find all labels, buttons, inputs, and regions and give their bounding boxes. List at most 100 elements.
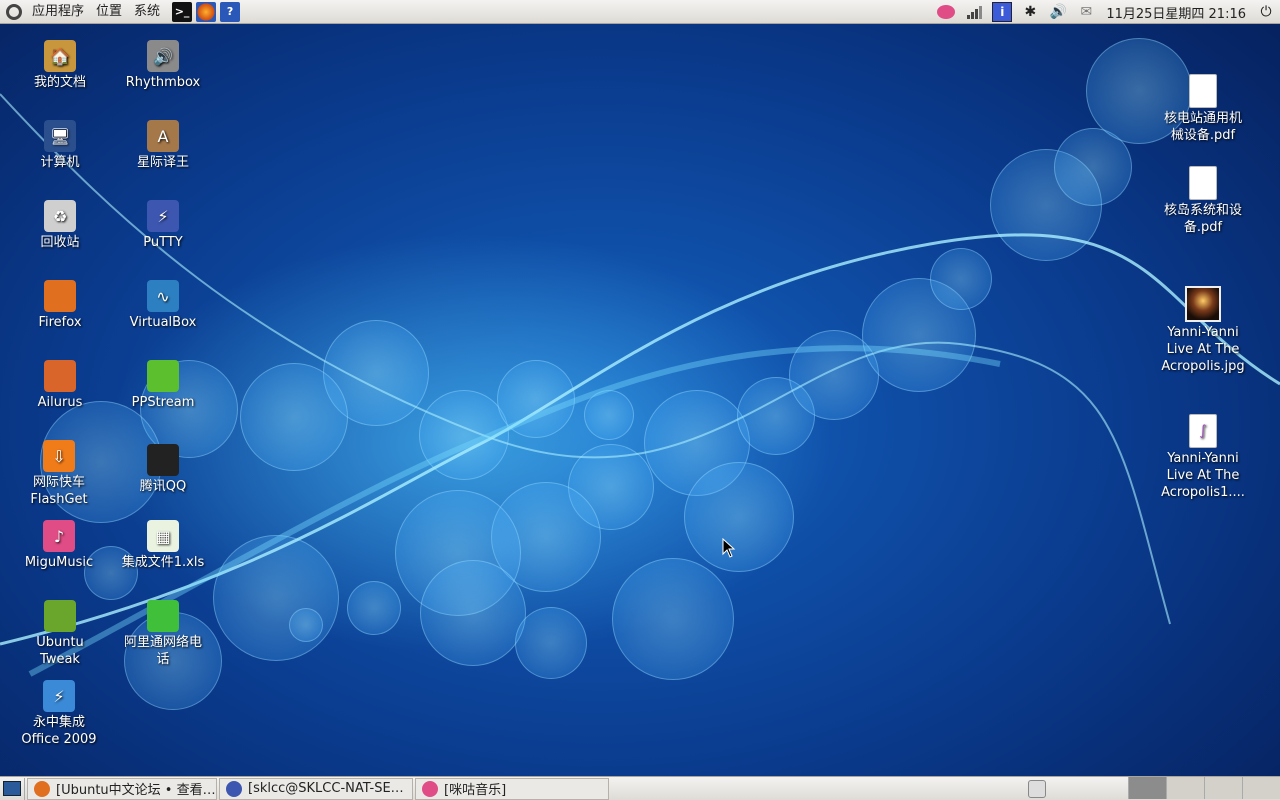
trash-applet-icon[interactable] [1028,780,1046,798]
desktop-icon-flashget[interactable]: ⇩ 网际快车 FlashGet [7,440,111,508]
putty-icon: ⚡ [147,200,179,232]
flashget-icon: ⇩ [43,440,75,472]
desktop-icon-label: 永中集成 Office 2009 [21,715,97,747]
desktop-icon-label: 阿里通网络电 话 [123,635,202,667]
desktop-file-0[interactable]: 核电站通用机 械设备.pdf [1151,74,1255,144]
volume-icon[interactable]: 🔊 [1047,1,1069,23]
pdf-icon [1189,74,1217,108]
desktop-file-1[interactable]: 核岛系统和设 备.pdf [1151,166,1255,236]
desktop-file-3[interactable]: ∫ Yanni-Yanni Live At The Acropolis1.... [1151,414,1255,501]
desktop[interactable]: 🏠 我的文档 🔊 Rhythmbox 🖥 计算机 A 星际译王 ♻ 回收站 ⚡ PuTTY Firefo… [0,24,1280,776]
desktop-icon-label: 我的文档 [33,75,86,90]
help-icon[interactable]: ? [220,1,241,22]
show-desktop-icon [3,781,21,796]
workspace-2[interactable] [1166,777,1204,799]
desktop-icon-ppstream[interactable]: PPStream [111,360,215,411]
putty-icon [226,780,242,797]
desktop-icon-label: 集成文件1.xls [121,555,205,570]
desktop-icon-label: Ailurus [37,395,83,410]
desktop-icon-spreadsheet[interactable]: ▦ 集成文件1.xls [111,520,215,571]
computer-icon: 🖥 [44,120,76,152]
desktop-icon-putty[interactable]: ⚡ PuTTY [111,200,215,251]
top-panel: 应用程序 位置 系统 >_? i ✱ 🔊 ✉ 11月25日星期四 21:16 ⏻ [0,0,1280,24]
desktop-icon-virtualbox[interactable]: ∿ VirtualBox [111,280,215,331]
clock[interactable]: 11月25日星期四 21:16 [1100,3,1252,22]
image-thumbnail-icon [1185,286,1221,322]
desktop-icon-yozo-office[interactable]: ⚡ 永中集成 Office 2009 [7,680,111,748]
desktop-icon-folder[interactable]: 🏠 我的文档 [8,40,112,91]
rhythmbox-icon: 🔊 [147,40,179,72]
desktop-icon-firefox[interactable]: Firefox [8,280,112,331]
migumusic-icon [422,780,438,797]
desktop-icon-label: 星际译王 [136,155,189,170]
network-signal-icon[interactable] [963,1,985,23]
desktop-icon-ubuntu-tweak[interactable]: Ubuntu Tweak [8,600,112,668]
show-desktop-button[interactable] [0,777,25,800]
desktop-file-label: 核岛系统和设 备.pdf [1163,203,1242,235]
desktop-icon-computer[interactable]: 🖥 计算机 [8,120,112,171]
ailurus-icon [44,360,76,392]
firefox-icon [44,280,76,312]
taskbar-button-label: [sklcc@SKLCC-NAT-SE… [248,781,404,796]
stardict-icon: A [147,120,179,152]
desktop-icon-label: MiguMusic [24,555,94,570]
desktop-icon-label: PuTTY [143,235,183,250]
pdf-icon [1189,166,1217,200]
folder-icon: 🏠 [44,40,76,72]
workspace-4[interactable] [1242,777,1280,799]
desktop-icon-migumusic[interactable]: ♪ MiguMusic [7,520,111,571]
desktop-icon-label: Rhythmbox [125,75,201,90]
desktop-file-label: Yanni-Yanni Live At The Acropolis1.... [1161,451,1245,500]
power-icon[interactable]: ⏻ [1255,1,1277,23]
desktop-icon-qq[interactable]: 腾讯QQ [111,444,215,495]
desktop-icon-trash[interactable]: ♻ 回收站 [8,200,112,251]
ubuntu-logo-icon[interactable] [6,3,22,20]
desktop-icon-label: VirtualBox [129,315,197,330]
desktop-icon-label: 腾讯QQ [139,479,187,494]
firefox-icon[interactable] [196,1,217,22]
terminal-icon[interactable]: >_ [172,1,193,22]
mail-icon[interactable]: ✉ [1075,1,1097,23]
desktop-icon-alitong[interactable]: 阿里通网络电 话 [111,600,215,668]
desktop-icon-label: PPStream [131,395,195,410]
desktop-file-2[interactable]: Yanni-Yanni Live At The Acropolis.jpg [1151,286,1255,375]
alitong-icon [147,600,179,632]
desktop-icon-ailurus[interactable]: Ailurus [8,360,112,411]
migu-tray-icon[interactable] [935,1,957,23]
taskbar-button-migumusic[interactable]: [咪咕音乐] [415,777,609,800]
system-tray: i ✱ 🔊 ✉ 11月25日星期四 21:16 ⏻ [932,0,1280,24]
desktop-icon-label: 网际快车 FlashGet [30,475,88,507]
desktop-icon-rhythmbox[interactable]: 🔊 Rhythmbox [111,40,215,91]
ubuntu-tweak-icon [44,600,76,632]
trash-icon: ♻ [44,200,76,232]
spreadsheet-icon: ▦ [147,520,179,552]
menu-2[interactable]: 系统 [128,0,166,24]
ppstream-icon [147,360,179,392]
desktop-file-label: 核电站通用机 械设备.pdf [1163,111,1242,143]
taskbar-button-label: [咪咕音乐] [444,783,507,798]
desktop-icon-label: Firefox [38,315,82,330]
desktop-file-label: Yanni-Yanni Live At The Acropolis.jpg [1161,325,1245,374]
virtualbox-icon: ∿ [147,280,179,312]
workspace-1[interactable] [1128,777,1166,799]
desktop-icon-label: 回收站 [40,235,80,250]
menu-0[interactable]: 应用程序 [26,0,90,24]
desktop-icon-label: Ubuntu Tweak [36,635,84,667]
menu-1[interactable]: 位置 [90,0,128,24]
workspace-3[interactable] [1204,777,1242,799]
taskbar-button-label: [Ubuntu中文论坛 • 查看… [56,783,216,798]
migumusic-icon: ♪ [43,520,75,552]
bottom-panel: [Ubuntu中文论坛 • 查看… [sklcc@SKLCC-NAT-SE… [咪咕… [0,776,1280,800]
workspace-switcher [1128,777,1280,799]
audio-file-icon: ∫ [1189,414,1217,448]
desktop-icon-stardict[interactable]: A 星际译王 [111,120,215,171]
desktop-icon-label: 计算机 [40,155,80,170]
qq-icon [147,444,179,476]
taskbar-button-putty[interactable]: [sklcc@SKLCC-NAT-SE… [219,777,413,800]
mouse-pointer-icon [722,538,736,558]
yozo-office-icon: ⚡ [43,680,75,712]
taskbar-button-firefox[interactable]: [Ubuntu中文论坛 • 查看… [27,777,217,800]
bluetooth-icon[interactable]: ✱ [1019,1,1041,23]
firefox-icon [34,780,50,797]
info-icon[interactable]: i [991,1,1013,23]
